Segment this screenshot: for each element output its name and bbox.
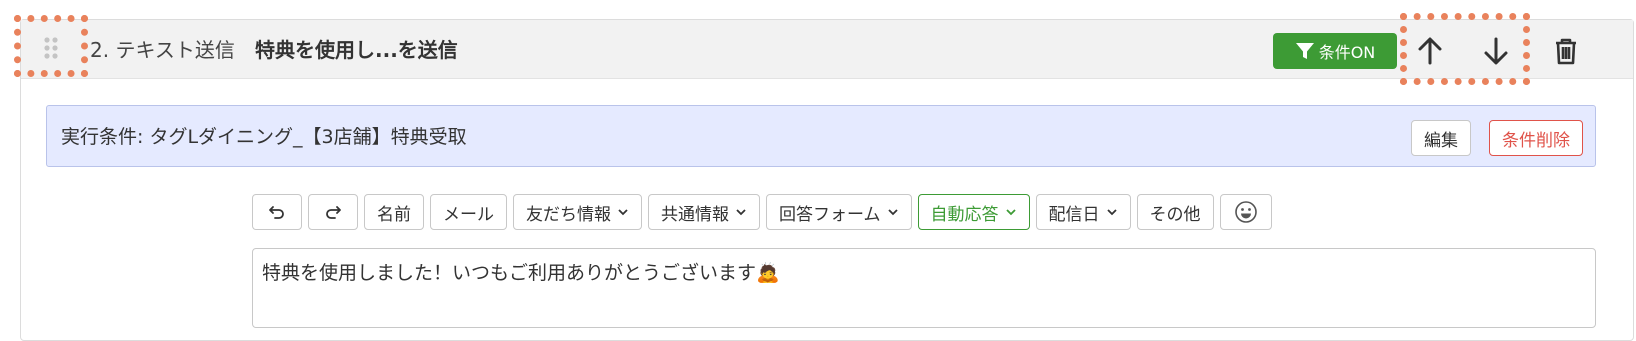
auto-reply-label: 自動応答 [930, 204, 999, 225]
other-button[interactable]: その他 [1136, 194, 1214, 230]
move-buttons-highlight [1400, 13, 1530, 85]
insert-mail-label: メール [443, 204, 494, 225]
chevron-down-icon [887, 209, 898, 216]
delivery-date-dropdown[interactable]: 配信日 [1035, 194, 1131, 230]
answer-form-dropdown[interactable]: 回答フォーム [766, 194, 912, 230]
chevron-down-icon [618, 209, 628, 216]
drag-handle-highlight [14, 15, 88, 77]
auto-reply-dropdown[interactable]: 自動応答 [917, 194, 1030, 230]
insert-mail-button[interactable]: メール [430, 194, 507, 230]
condition-bar: 実行条件: タグLダイニング_【3店舗】特典受取 編集 条件削除 [46, 105, 1596, 167]
message-text: 特典を使用しました！いつもご利用ありがとうございます🙇 [262, 262, 780, 284]
step-name: 特典を使用し...を送信 [255, 38, 458, 62]
condition-on-badge[interactable]: 条件ON [1273, 33, 1397, 69]
trash-icon [1556, 38, 1576, 65]
redo-button[interactable] [308, 194, 358, 230]
friend-info-dropdown[interactable]: 友だち情報 [513, 194, 642, 230]
redo-icon [326, 206, 341, 219]
delete-condition-button[interactable]: 条件削除 [1489, 120, 1583, 156]
undo-icon [269, 206, 284, 219]
common-info-label: 共通情報 [661, 204, 729, 225]
delete-step-button[interactable] [1546, 31, 1586, 71]
editor-toolbar: 名前 メール 友だち情報 共通情報 回答フォーム 自動応答 配信日 その他 [252, 194, 1272, 230]
smiley-icon [1234, 201, 1257, 223]
friend-info-label: 友だち情報 [526, 204, 611, 225]
condition-text: 実行条件: タグLダイニング_【3店舗】特典受取 [61, 126, 467, 148]
insert-name-label: 名前 [377, 204, 411, 225]
emoji-button[interactable] [1219, 194, 1272, 230]
other-label: その他 [1149, 204, 1201, 225]
filter-icon [1295, 43, 1314, 59]
common-info-dropdown[interactable]: 共通情報 [648, 194, 760, 230]
message-textarea[interactable]: 特典を使用しました！いつもご利用ありがとうございます🙇 [252, 248, 1596, 328]
chevron-down-icon [1005, 209, 1016, 216]
answer-form-label: 回答フォーム [779, 204, 881, 225]
condition-badge-label: 条件ON [1318, 43, 1376, 62]
undo-button[interactable] [252, 194, 302, 230]
chevron-down-icon [1106, 209, 1117, 216]
delivery-date-label: 配信日 [1048, 204, 1100, 225]
insert-name-button[interactable]: 名前 [364, 194, 424, 230]
step-number-label: 2. テキスト送信 [90, 38, 235, 62]
edit-condition-button[interactable]: 編集 [1411, 120, 1471, 156]
chevron-down-icon [736, 209, 746, 216]
